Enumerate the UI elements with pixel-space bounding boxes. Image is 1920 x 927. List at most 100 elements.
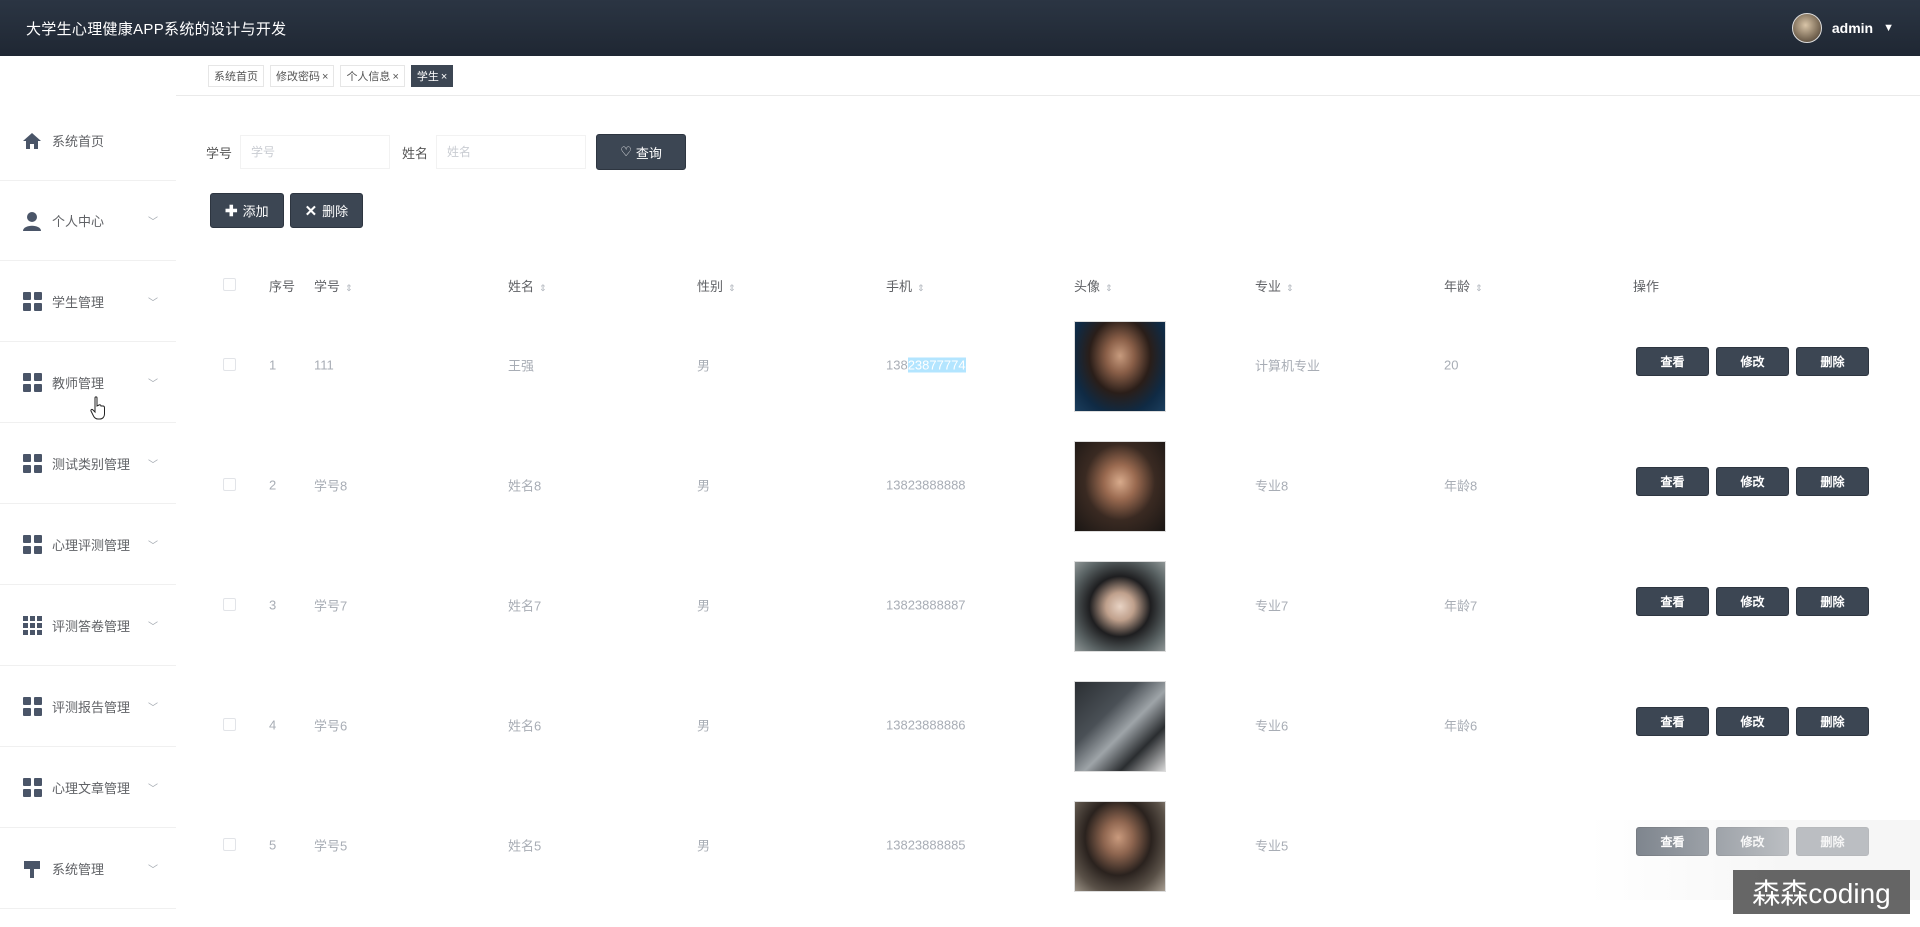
column-header-zhuanye[interactable]: 专业 ⇕ — [1255, 276, 1294, 295]
column-header-xuehao[interactable]: 学号 ⇕ — [314, 276, 353, 295]
tab-home[interactable]: 系统首页 — [208, 64, 264, 87]
phone-text-selected: 23877774 — [907, 357, 966, 373]
xingming-input[interactable] — [436, 135, 587, 169]
sidebar-item-label: 测试类别管理 — [52, 457, 131, 472]
caret-down-icon[interactable]: ▼ — [1883, 22, 1894, 34]
sort-icon[interactable]: ⇕ — [1286, 283, 1294, 293]
column-header-label: 学号 — [314, 279, 341, 294]
row-checkbox[interactable] — [223, 718, 236, 731]
cell-xingming: 姓名5 — [508, 838, 542, 854]
select-all-checkbox[interactable] — [223, 278, 236, 291]
grid-icon — [22, 454, 42, 474]
chevron-down-icon: ﹀ — [148, 703, 158, 714]
view-button[interactable]: 查看 — [1636, 587, 1709, 616]
sidebar-item-article-management[interactable]: 心理文章管理 ﹀ — [0, 748, 176, 828]
column-header-xingbie[interactable]: 性别 ⇕ — [697, 276, 736, 295]
student-avatar-image[interactable] — [1074, 441, 1166, 532]
cell-index: 5 — [269, 837, 277, 853]
pin-icon — [22, 859, 42, 879]
delete-button[interactable]: 删除 — [1796, 587, 1869, 616]
chevron-down-icon: ﹀ — [148, 298, 158, 309]
sidebar-item-personal-center[interactable]: 个人中心 ﹀ — [0, 181, 176, 261]
row-checkbox[interactable] — [223, 598, 236, 611]
row-checkbox[interactable] — [223, 478, 236, 491]
sidebar-item-label: 学生管理 — [52, 295, 105, 310]
sidebar-item-label: 评测答卷管理 — [52, 619, 131, 634]
edit-button[interactable]: 修改 — [1716, 347, 1789, 376]
edit-button[interactable]: 修改 — [1716, 467, 1789, 496]
delete-button[interactable]: 删除 — [1796, 347, 1869, 376]
edit-button[interactable]: 修改 — [1716, 587, 1789, 616]
delete-button[interactable]: 删除 — [1796, 467, 1869, 496]
student-avatar-image[interactable] — [1074, 801, 1166, 892]
cell-xuehao: 学号5 — [314, 838, 348, 854]
chevron-down-icon: ﹀ — [148, 460, 158, 471]
cell-xingming: 姓名7 — [508, 598, 542, 614]
column-header-label: 手机 — [886, 279, 913, 294]
sidebar-item-teacher-management[interactable]: 教师管理 ﹀ — [0, 343, 176, 423]
phone-text: 138 — [886, 357, 908, 373]
row-checkbox[interactable] — [223, 358, 236, 371]
close-icon[interactable]: × — [322, 71, 328, 83]
sidebar-item-psych-assessment-management[interactable]: 心理评测管理 ﹀ — [0, 505, 176, 585]
column-header-label: 专业 — [1255, 279, 1282, 294]
column-header-touxiang[interactable]: 头像 ⇕ — [1074, 276, 1113, 295]
sidebar-item-system-management[interactable]: 系统管理 ﹀ — [0, 829, 176, 909]
tab-bar: 系统首页 修改密码 × 个人信息 × 学生 × — [176, 56, 1920, 96]
grid-icon — [22, 292, 42, 312]
sort-icon[interactable]: ⇕ — [345, 283, 353, 293]
username[interactable]: admin — [1832, 20, 1873, 36]
edit-button[interactable]: 修改 — [1716, 707, 1789, 736]
cell-xingbie: 男 — [697, 358, 711, 374]
cell-xingming: 姓名6 — [508, 718, 542, 734]
heart-icon: ♡ — [620, 144, 632, 159]
column-header-nianling[interactable]: 年龄 ⇕ — [1444, 276, 1483, 295]
view-button[interactable]: 查看 — [1636, 707, 1709, 736]
avatar[interactable] — [1791, 13, 1822, 43]
sidebar-item-home[interactable]: 系统首页 — [0, 101, 176, 181]
tab-change-password[interactable]: 修改密码 × — [270, 64, 335, 87]
student-avatar-image[interactable] — [1074, 321, 1166, 412]
sort-icon[interactable]: ⇕ — [728, 283, 736, 293]
grid-icon — [22, 697, 42, 717]
tab-personal-info[interactable]: 个人信息 × — [340, 64, 405, 87]
search-form: 学号 姓名 ♡ 查询 — [206, 134, 687, 170]
cell-zhuanye: 专业8 — [1255, 478, 1289, 494]
column-header-label: 性别 — [697, 279, 724, 294]
grid-icon — [22, 373, 42, 393]
student-avatar-image[interactable] — [1074, 681, 1166, 772]
sidebar-item-label: 系统管理 — [52, 862, 105, 877]
add-button[interactable]: ✚ 添加 — [210, 193, 284, 228]
delete-button[interactable]: 删除 — [1796, 707, 1869, 736]
cell-zhuanye: 专业6 — [1255, 718, 1289, 734]
close-icon[interactable]: × — [392, 71, 398, 83]
user-menu[interactable]: admin ▼ — [1791, 13, 1894, 43]
student-avatar-image[interactable] — [1074, 561, 1166, 652]
sidebar-item-report-management[interactable]: 评测报告管理 ﹀ — [0, 667, 176, 747]
column-header-shouji[interactable]: 手机 ⇕ — [886, 276, 925, 295]
user-icon — [22, 211, 42, 231]
cell-xingming: 王强 — [508, 358, 535, 374]
row-checkbox[interactable] — [223, 838, 236, 851]
sort-icon[interactable]: ⇕ — [1105, 283, 1113, 293]
close-icon[interactable]: × — [441, 71, 447, 83]
sort-icon[interactable]: ⇕ — [539, 283, 547, 293]
view-button[interactable]: 查看 — [1636, 467, 1709, 496]
column-header-xingming[interactable]: 姓名 ⇕ — [508, 276, 547, 295]
tab-label: 修改密码 — [276, 70, 320, 83]
sort-icon[interactable]: ⇕ — [917, 283, 925, 293]
cell-index: 2 — [269, 477, 277, 493]
tab-student[interactable]: 学生 × — [410, 64, 454, 87]
sidebar-item-student-management[interactable]: 学生管理 ﹀ — [0, 262, 176, 342]
xuehao-input[interactable] — [240, 135, 391, 169]
sidebar-item-answer-sheet-management[interactable]: 评测答卷管理 ﹀ — [0, 586, 176, 666]
query-button[interactable]: ♡ 查询 — [596, 134, 687, 170]
sidebar-item-test-category-management[interactable]: 测试类别管理 ﹀ — [0, 424, 176, 504]
cell-shouji: 13823888885 — [886, 837, 966, 853]
chevron-down-icon: ﹀ — [148, 217, 158, 228]
sort-icon[interactable]: ⇕ — [1475, 283, 1483, 293]
batch-delete-button[interactable]: ✕ 删除 — [289, 193, 364, 228]
column-header-label: 头像 — [1074, 279, 1101, 294]
view-button[interactable]: 查看 — [1636, 347, 1709, 376]
chevron-down-icon: ﹀ — [148, 541, 158, 552]
